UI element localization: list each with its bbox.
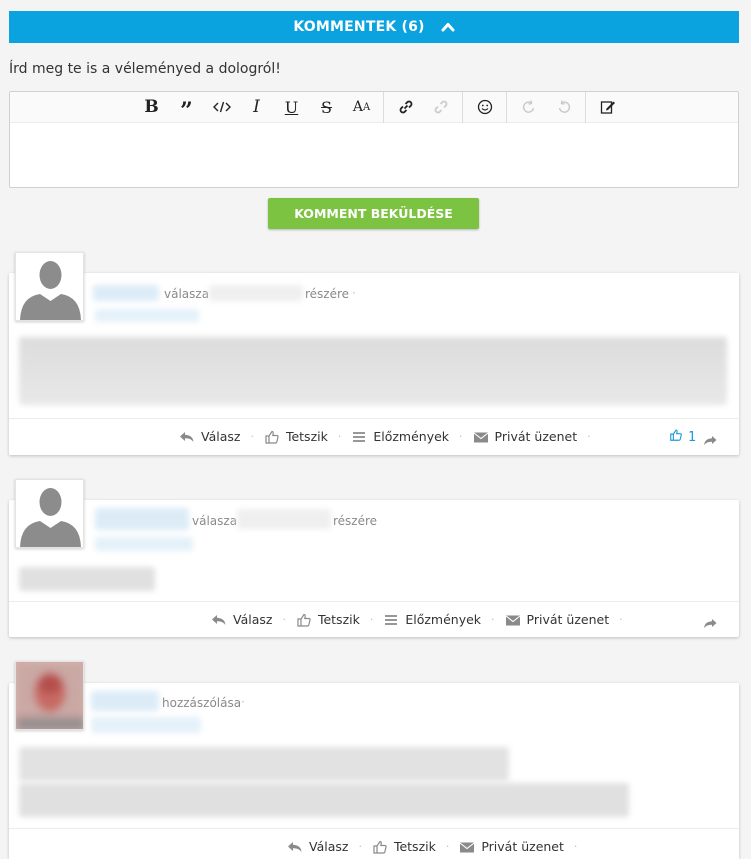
reply-label: Válasz bbox=[233, 612, 273, 627]
reply-target-text: részére bbox=[305, 287, 350, 301]
comment-prompt: Írd meg te is a véleményed a dologról! bbox=[9, 61, 281, 77]
envelope-icon bbox=[459, 840, 475, 854]
avatar[interactable] bbox=[15, 252, 84, 321]
strikethrough-icon[interactable]: S bbox=[309, 92, 344, 123]
share-icon[interactable] bbox=[703, 431, 717, 450]
comment-editor[interactable]: B ” I U S AA bbox=[9, 91, 739, 188]
like-label: Tetszik bbox=[317, 612, 360, 627]
editor-toolbar: B ” I U S AA bbox=[10, 91, 738, 123]
reply-target-username[interactable] bbox=[209, 285, 303, 301]
comment-body-line bbox=[19, 783, 629, 817]
reply-label: Válasz bbox=[201, 429, 241, 444]
comment-body bbox=[19, 747, 509, 781]
separator-dot: · bbox=[573, 840, 578, 853]
comment-timestamp bbox=[95, 309, 199, 322]
comment-timestamp bbox=[91, 717, 201, 733]
separator-dot: · bbox=[491, 613, 495, 626]
comment-card: válasza részére · Válasz · Tetszik · Elő… bbox=[9, 273, 739, 455]
reply-icon bbox=[287, 840, 303, 854]
comment-type-text: hozzászólása bbox=[162, 696, 242, 710]
reply-type-text: válasza bbox=[164, 287, 210, 301]
comment-card: válasza részére Válasz · Tetszik · Előzm… bbox=[9, 500, 739, 637]
history-label: Előzmények bbox=[405, 612, 482, 627]
envelope-icon bbox=[473, 430, 489, 444]
undo-icon[interactable] bbox=[511, 92, 546, 123]
like-count: 1 bbox=[688, 429, 697, 445]
reply-button[interactable]: Válasz bbox=[287, 839, 348, 854]
username[interactable] bbox=[95, 508, 189, 530]
avatar[interactable] bbox=[15, 479, 84, 548]
separator-dot: · bbox=[352, 286, 356, 300]
private-message-button[interactable]: Privát üzenet bbox=[459, 839, 564, 854]
reply-label: Válasz bbox=[309, 839, 349, 854]
separator-dot: · bbox=[358, 840, 362, 853]
separator-dot: · bbox=[337, 430, 342, 443]
underline-icon[interactable]: U bbox=[274, 92, 309, 123]
separator-dot: · bbox=[250, 430, 254, 443]
history-label: Előzmények bbox=[373, 429, 450, 444]
list-icon bbox=[351, 430, 367, 444]
reply-target-text: részére bbox=[333, 514, 378, 528]
like-label: Tetszik bbox=[393, 839, 436, 854]
edit-icon[interactable] bbox=[590, 92, 625, 123]
comment-actions: Válasz · Tetszik · Előzmények · Privát ü… bbox=[9, 601, 739, 637]
comments-title: KOMMENTEK (6) bbox=[293, 19, 425, 35]
history-button[interactable]: Előzmények bbox=[351, 429, 449, 444]
chevron-up-icon[interactable] bbox=[441, 20, 455, 34]
like-label: Tetszik bbox=[285, 429, 328, 444]
font-size-icon[interactable]: AA bbox=[344, 92, 379, 123]
list-icon bbox=[383, 613, 399, 627]
comment-card: hozzászólása · Válasz · Tetszik · Privát… bbox=[9, 683, 739, 859]
share-icon[interactable] bbox=[703, 614, 717, 633]
separator-dot: · bbox=[619, 613, 623, 626]
private-message-button[interactable]: Privát üzenet bbox=[473, 429, 578, 444]
separator-dot: · bbox=[459, 430, 463, 443]
link-icon[interactable] bbox=[388, 92, 423, 123]
private-message-label: Privát üzenet bbox=[526, 612, 610, 627]
separator-dot: · bbox=[445, 840, 450, 853]
thumbs-up-icon bbox=[372, 840, 388, 854]
bold-icon[interactable]: B bbox=[134, 92, 169, 123]
private-message-button[interactable]: Privát üzenet bbox=[505, 612, 610, 627]
envelope-icon bbox=[505, 613, 521, 627]
like-button[interactable]: Tetszik bbox=[372, 839, 436, 854]
like-button[interactable]: Tetszik bbox=[264, 429, 328, 444]
like-counter[interactable]: 1 bbox=[669, 428, 696, 446]
redo-icon[interactable] bbox=[546, 92, 581, 123]
comments-header[interactable]: KOMMENTEK (6) bbox=[9, 11, 739, 43]
separator-dot: · bbox=[587, 430, 591, 443]
reply-target-username[interactable] bbox=[237, 509, 331, 529]
separator-dot: · bbox=[282, 613, 286, 626]
separator-dot: · bbox=[241, 695, 245, 709]
reply-icon bbox=[179, 430, 195, 444]
reply-button[interactable]: Válasz bbox=[211, 612, 272, 627]
comment-timestamp bbox=[95, 537, 193, 551]
unlink-icon[interactable] bbox=[423, 92, 458, 123]
thumbs-up-icon bbox=[264, 430, 280, 444]
thumbs-up-icon bbox=[296, 613, 312, 627]
private-message-label: Privát üzenet bbox=[494, 429, 578, 444]
comment-body bbox=[19, 567, 155, 591]
comment-actions: Válasz · Tetszik · Privát üzenet · bbox=[9, 828, 739, 859]
reply-type-text: válasza bbox=[192, 514, 238, 528]
separator-dot: · bbox=[369, 613, 374, 626]
submit-comment-button[interactable]: KOMMENT BEKÜLDÉSE bbox=[268, 198, 479, 229]
username[interactable] bbox=[93, 285, 159, 301]
comment-actions: Válasz · Tetszik · Előzmények · Privát ü… bbox=[9, 418, 739, 454]
like-button[interactable]: Tetszik bbox=[296, 612, 360, 627]
thumbs-up-icon bbox=[669, 428, 683, 446]
username[interactable] bbox=[91, 691, 159, 711]
reply-icon bbox=[211, 613, 227, 627]
emoji-icon[interactable] bbox=[467, 92, 502, 123]
italic-icon[interactable]: I bbox=[239, 92, 274, 123]
comment-body bbox=[19, 337, 727, 405]
avatar[interactable] bbox=[15, 661, 84, 730]
reply-button[interactable]: Válasz bbox=[179, 429, 240, 444]
quote-icon[interactable]: ” bbox=[169, 92, 204, 123]
private-message-label: Privát üzenet bbox=[481, 839, 564, 854]
history-button[interactable]: Előzmények bbox=[383, 612, 481, 627]
code-icon[interactable] bbox=[204, 92, 239, 123]
